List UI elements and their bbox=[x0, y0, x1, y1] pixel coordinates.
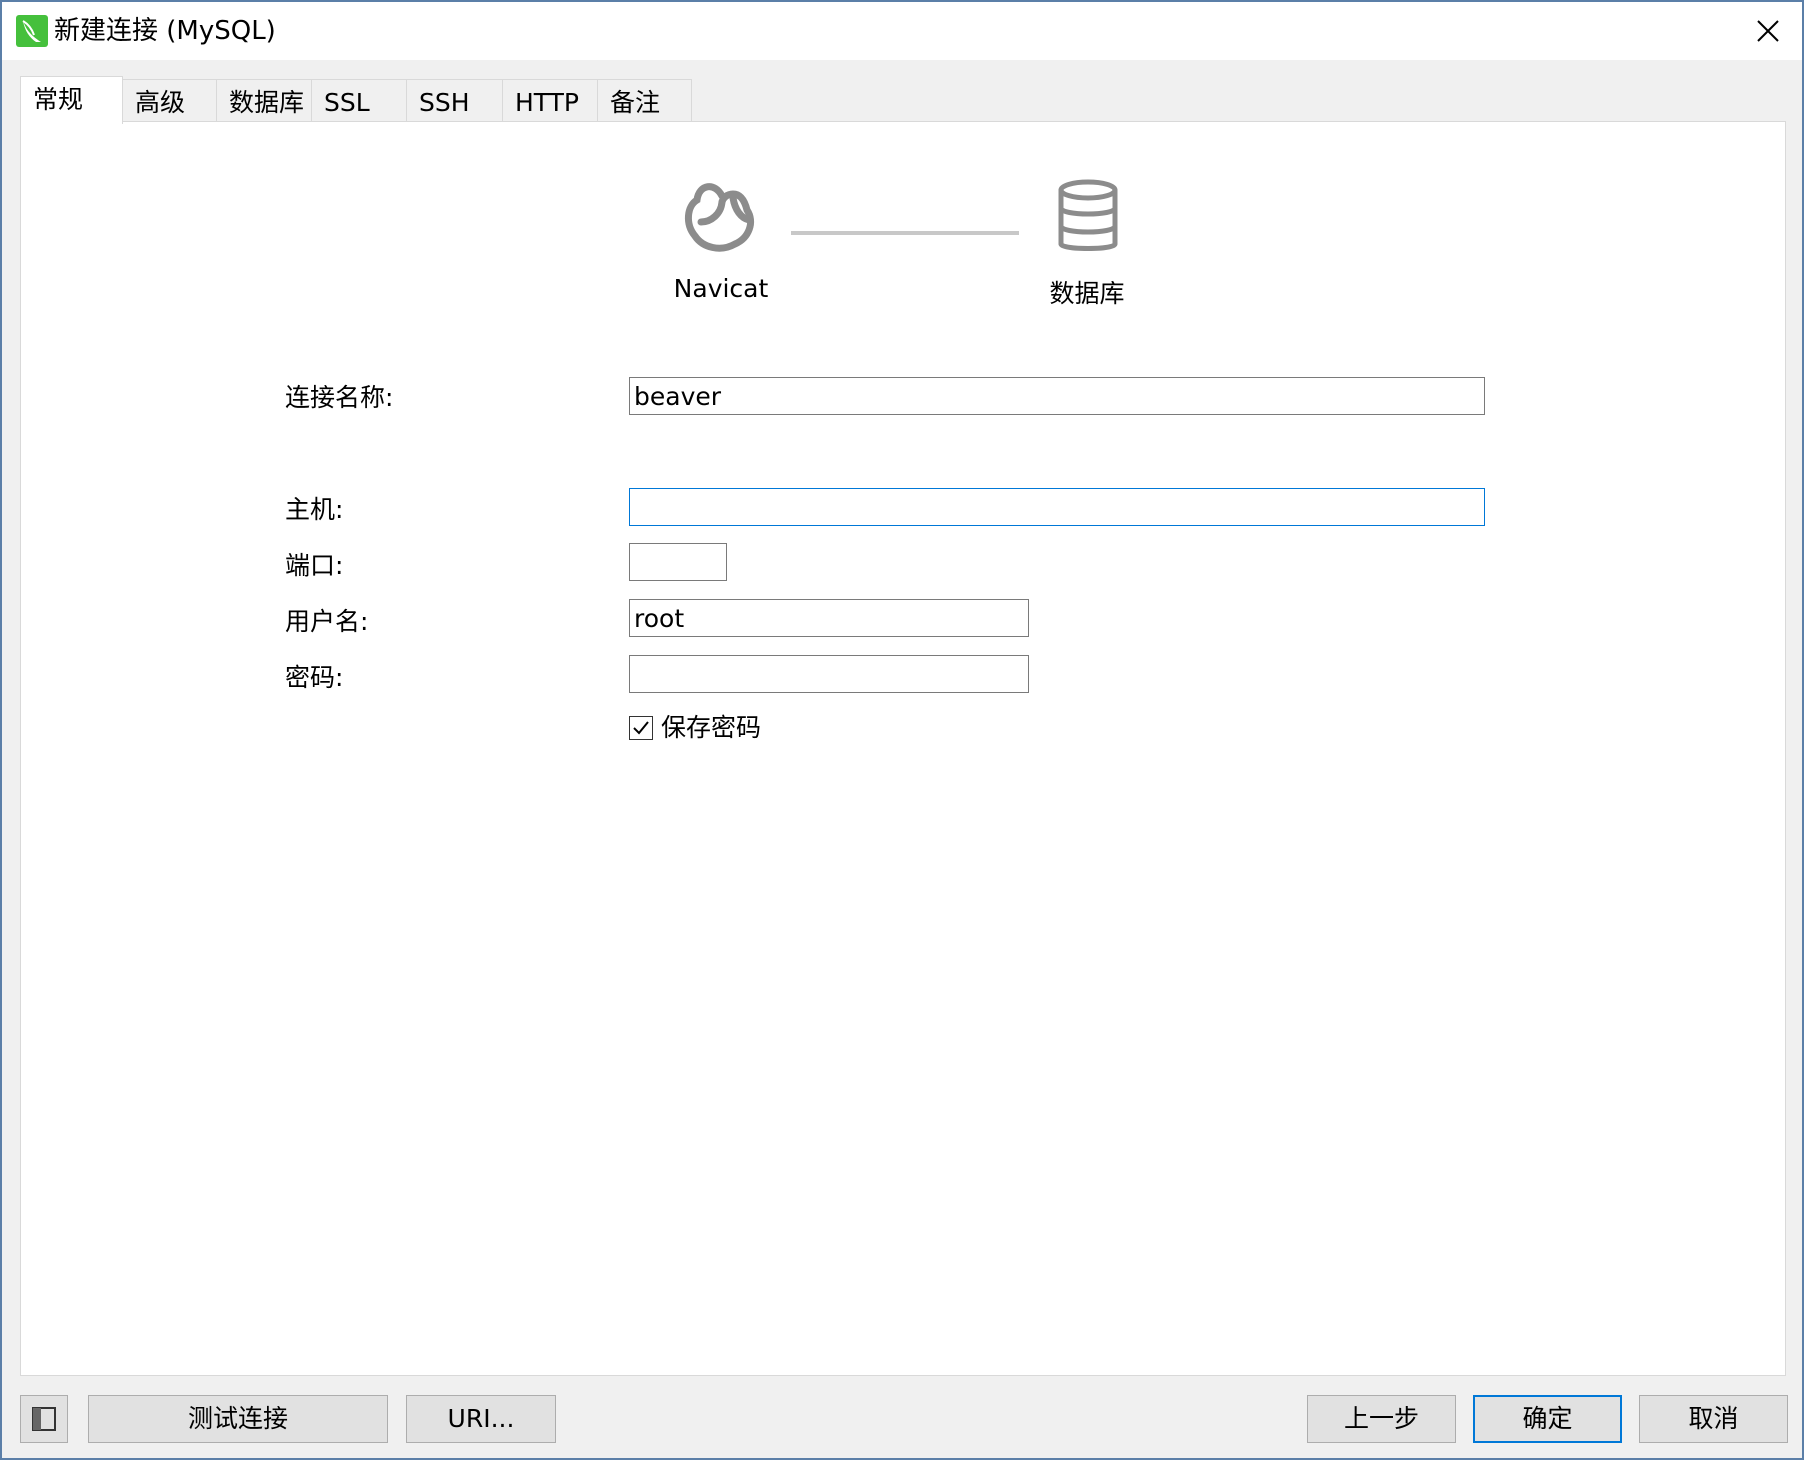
title-bar: 新建连接 (MySQL) bbox=[2, 2, 1802, 60]
diagram-label-navicat: Navicat bbox=[673, 274, 769, 303]
host-input[interactable] bbox=[629, 488, 1485, 526]
connection-name-input[interactable] bbox=[629, 377, 1485, 415]
tab-label: 高级 bbox=[135, 88, 186, 117]
ok-button[interactable]: 确定 bbox=[1473, 1395, 1622, 1443]
connection-line bbox=[791, 231, 1019, 235]
username-input[interactable] bbox=[629, 599, 1029, 637]
new-connection-dialog: 新建连接 (MySQL) 常规 高级 数据库 SSL SSH HTTP 备注 N… bbox=[0, 0, 1804, 1460]
tab-label: 常规 bbox=[33, 85, 84, 114]
close-icon bbox=[1757, 20, 1779, 42]
tab-label: 备注 bbox=[610, 88, 661, 117]
password-label: 密码: bbox=[285, 663, 344, 692]
save-password-checkbox[interactable] bbox=[629, 716, 653, 740]
previous-button[interactable]: 上一步 bbox=[1307, 1395, 1456, 1443]
panel-toggle-icon bbox=[32, 1407, 56, 1431]
tab-http[interactable]: HTTP bbox=[502, 79, 598, 121]
port-label: 端口: bbox=[285, 551, 344, 580]
general-tab-panel: Navicat 数据库 连接名称: 主机: 端口: 用户名: 密码: 保存密码 bbox=[20, 121, 1786, 1376]
checkmark-icon bbox=[633, 721, 649, 735]
close-button[interactable] bbox=[1746, 10, 1790, 52]
username-label: 用户名: bbox=[285, 607, 369, 636]
uri-button[interactable]: URI... bbox=[406, 1395, 556, 1443]
navicat-app-icon bbox=[16, 15, 48, 47]
tab-label: SSL bbox=[324, 88, 370, 117]
window-title: 新建连接 (MySQL) bbox=[54, 16, 276, 46]
tab-ssl[interactable]: SSL bbox=[311, 79, 407, 121]
tab-label: SSH bbox=[419, 88, 470, 117]
save-password-label[interactable]: 保存密码 bbox=[661, 710, 761, 746]
tab-ssh[interactable]: SSH bbox=[406, 79, 503, 121]
connection-name-label: 连接名称: bbox=[285, 383, 394, 412]
port-input[interactable] bbox=[629, 543, 727, 581]
host-label: 主机: bbox=[285, 495, 344, 524]
tab-notes[interactable]: 备注 bbox=[597, 79, 692, 121]
tab-advanced[interactable]: 高级 bbox=[122, 79, 217, 121]
sidebar-toggle-button[interactable] bbox=[20, 1395, 68, 1443]
tab-label: HTTP bbox=[515, 88, 579, 117]
tab-general[interactable]: 常规 bbox=[20, 76, 123, 124]
password-input[interactable] bbox=[629, 655, 1029, 693]
diagram-label-database: 数据库 bbox=[1049, 279, 1125, 308]
test-connection-button[interactable]: 测试连接 bbox=[88, 1395, 388, 1443]
tab-label: 数据库 bbox=[229, 88, 305, 117]
tab-database[interactable]: 数据库 bbox=[216, 79, 312, 121]
navicat-icon bbox=[685, 183, 754, 252]
database-icon bbox=[1058, 179, 1118, 251]
cancel-button[interactable]: 取消 bbox=[1639, 1395, 1788, 1443]
